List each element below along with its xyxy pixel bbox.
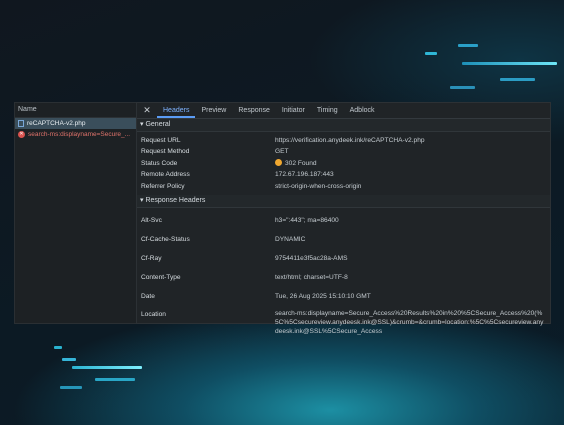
background-streak xyxy=(54,346,62,349)
header-row: Alt-Svc h3=":443"; ma=86400 xyxy=(137,211,550,230)
header-row: Referrer Policy strict-origin-when-cross-… xyxy=(137,181,550,192)
background-streak xyxy=(95,378,135,381)
header-value: https://verification.anydeek.ink/reCAPTC… xyxy=(275,137,425,144)
request-name: reCAPTCHA-v2.php xyxy=(27,120,86,127)
header-value: strict-origin-when-cross-origin xyxy=(275,182,362,190)
header-row: Request URL https://verification.anydeek.… xyxy=(137,135,550,146)
header-row: Location search-ms:displayname=Secure_Acc… xyxy=(137,309,550,336)
header-row: Date Tue, 26 Aug 2025 15:10:10 GMT xyxy=(137,287,550,306)
header-value: text/html; charset=UTF-8 xyxy=(275,274,348,282)
header-row: Remote Address 172.67.196.187:443 xyxy=(137,169,550,180)
error-icon: ✕ xyxy=(18,131,25,138)
header-row: Cf-Ray 9754411e3f5ac28a-AMS xyxy=(137,249,550,268)
header-row: Request Method GET xyxy=(137,146,550,157)
header-key: Request URL xyxy=(141,137,181,144)
header-row: Cf-Cache-Status DYNAMIC xyxy=(137,230,550,249)
background-streak xyxy=(458,44,478,47)
header-row: Content-Type text/html; charset=UTF-8 xyxy=(137,268,550,287)
request-row[interactable]: ✕ search-ms:displayname=Secure_... xyxy=(15,129,137,140)
tab-timing[interactable]: Timing xyxy=(311,103,344,118)
header-key: Cf-Ray xyxy=(141,255,162,263)
header-value: GET xyxy=(275,148,289,156)
header-value: 302 Found xyxy=(285,159,317,167)
background-streak xyxy=(500,78,535,81)
details-tab-bar: ✕ Headers Preview Response Initiator Tim… xyxy=(137,103,550,119)
header-value: 172.67.196.187:443 xyxy=(275,171,334,179)
header-key: Cf-Cache-Status xyxy=(141,236,190,244)
header-value: Tue, 26 Aug 2025 15:10:10 GMT xyxy=(275,293,371,301)
background-streak xyxy=(450,86,475,89)
response-headers-section-header[interactable]: ▾ Response Headers xyxy=(137,195,550,209)
header-key: Status Code xyxy=(141,159,178,167)
background-streak xyxy=(60,386,82,389)
tab-adblock[interactable]: Adblock xyxy=(344,103,381,118)
request-row[interactable]: reCAPTCHA-v2.php xyxy=(15,118,137,129)
header-key: Content-Type xyxy=(141,274,181,282)
status-dot-icon xyxy=(275,158,282,166)
header-key: Location xyxy=(141,311,166,319)
background-streak xyxy=(425,52,437,55)
header-key: Date xyxy=(141,293,155,301)
header-value: h3=":443"; ma=86400 xyxy=(275,217,339,225)
close-icon[interactable]: ✕ xyxy=(137,105,157,116)
header-key: Request Method xyxy=(141,148,190,156)
header-key: Alt-Svc xyxy=(141,217,162,225)
header-value: DYNAMIC xyxy=(275,236,306,244)
request-list-panel: Name reCAPTCHA-v2.php ✕ search-ms:displa… xyxy=(14,102,138,324)
background-streak xyxy=(72,366,142,369)
header-value: 9754411e3f5ac28a-AMS xyxy=(275,255,348,263)
tab-preview[interactable]: Preview xyxy=(195,103,232,118)
header-value: search-ms:displayname=Secure_Access%20Re… xyxy=(275,310,544,336)
background-streak xyxy=(462,62,557,65)
document-icon xyxy=(18,120,24,127)
header-key: Referrer Policy xyxy=(141,182,185,190)
tab-headers[interactable]: Headers xyxy=(157,103,196,118)
name-column-header[interactable]: Name xyxy=(15,103,137,118)
header-row: Status Code 302 Found xyxy=(137,158,550,169)
header-key: Remote Address xyxy=(141,171,190,179)
background-streak xyxy=(62,358,76,361)
general-section-header[interactable]: ▾ General xyxy=(137,119,550,132)
request-name: search-ms:displayname=Secure_... xyxy=(28,131,131,138)
request-details-panel: ✕ Headers Preview Response Initiator Tim… xyxy=(136,102,551,335)
tab-initiator[interactable]: Initiator xyxy=(276,103,311,118)
tab-response[interactable]: Response xyxy=(232,103,276,118)
